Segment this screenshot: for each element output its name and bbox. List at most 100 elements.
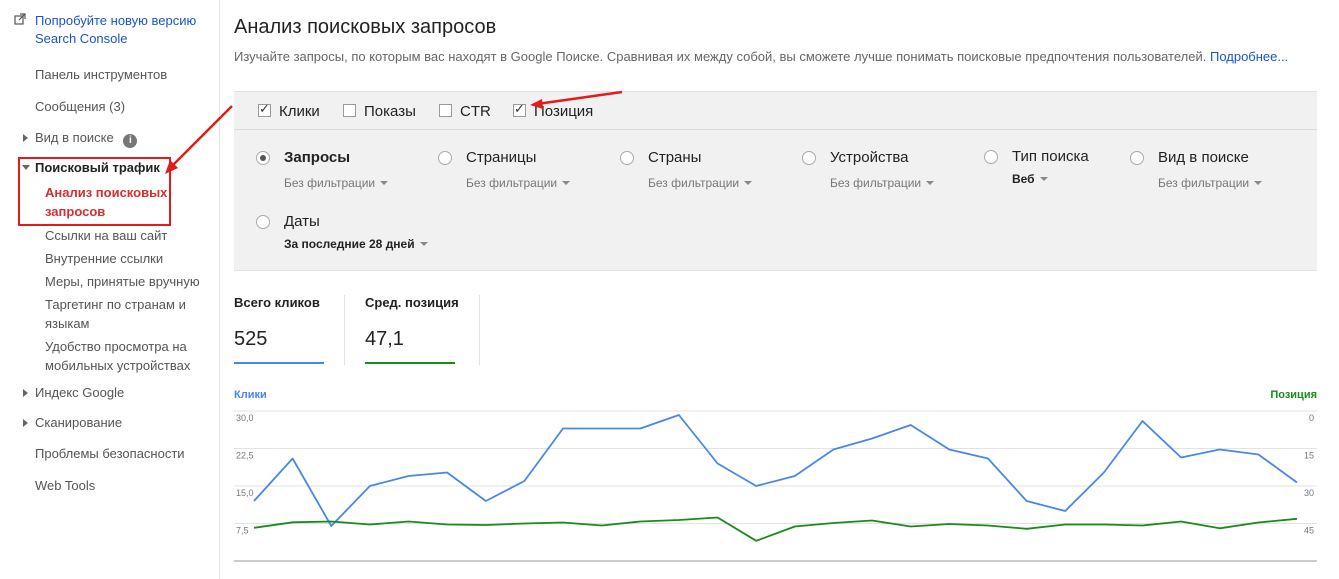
metric-checkbox-ctr[interactable]: CTR	[439, 103, 491, 120]
filter-value: Без фильтрации	[1158, 176, 1250, 190]
caret-down-icon	[926, 181, 935, 185]
metric-checkbox-impressions[interactable]: Показы	[343, 103, 416, 120]
group-filter-dropdown[interactable]: Без фильтрации	[1158, 176, 1263, 190]
metric-label: CTR	[460, 103, 491, 120]
sidebar-item-dashboard[interactable]: Панель инструментов	[35, 67, 167, 82]
sidebar-item-search-appearance[interactable]: Вид в поиске i	[23, 130, 138, 148]
highlight-box	[18, 157, 171, 226]
stat-value: 47,1	[365, 328, 404, 350]
radio-selected-icon	[256, 151, 270, 165]
radio-unselected-icon	[802, 151, 816, 165]
y-right-tick-label: 30	[1304, 488, 1314, 498]
group-label: Страны	[648, 149, 702, 166]
description-text: Изучайте запросы, по которым вас находят…	[234, 49, 1207, 64]
checkbox-unchecked-icon	[343, 104, 356, 117]
group-filter-dropdown[interactable]: Веб	[1012, 172, 1048, 186]
chart-legend-position: Позиция	[1270, 389, 1317, 401]
caret-down-icon	[380, 181, 389, 185]
info-icon[interactable]: i	[123, 134, 138, 148]
group-search-appearance[interactable]: Вид в поиске Без фильтрации	[1130, 147, 1300, 193]
group-filter-dropdown[interactable]: Без фильтрации	[648, 176, 753, 190]
metric-label: Позиция	[534, 103, 594, 120]
sidebar-item-security-issues[interactable]: Проблемы безопасности	[35, 446, 185, 461]
y-left-tick-label: 15,0	[236, 488, 254, 498]
page-title: Анализ поисковых запросов	[234, 16, 497, 38]
sidebar-item-web-tools[interactable]: Web Tools	[35, 478, 95, 493]
group-label: Запросы	[284, 149, 351, 166]
sidebar-item-label: Индекс Google	[35, 385, 125, 400]
group-filter-dropdown[interactable]: Без фильтрации	[284, 176, 389, 190]
expand-right-icon	[23, 419, 28, 427]
sidebar-item-crawl[interactable]: Сканирование	[23, 415, 123, 430]
metric-checkbox-clicks[interactable]: Клики	[258, 101, 320, 120]
series-line-position	[253, 516, 1298, 542]
stat-label: Всего кликов	[234, 295, 320, 310]
stat-value: 525	[234, 328, 268, 350]
caret-down-icon	[1254, 181, 1263, 185]
metric-checkbox-position[interactable]: Позиция	[513, 101, 594, 120]
more-link[interactable]: Подробнее...	[1210, 49, 1288, 64]
stat-avg-position[interactable]: Сред. позиция 47,1	[365, 295, 470, 365]
stat-total-clicks[interactable]: Всего кликов 525	[234, 295, 334, 365]
checkbox-checked-icon	[513, 101, 526, 117]
checkbox-checked-icon	[258, 101, 271, 117]
page-description: Изучайте запросы, по которым вас находят…	[234, 49, 1288, 64]
sidebar-item-google-index[interactable]: Индекс Google	[23, 385, 125, 400]
group-devices[interactable]: Устройства Без фильтрации	[802, 147, 952, 193]
group-search-type[interactable]: Тип поиска Веб	[984, 146, 1124, 192]
sidebar-subitem-mobile-usability[interactable]: Удобство просмотра на мобильных устройст…	[45, 337, 210, 375]
filter-value: Без фильтрации	[830, 176, 922, 190]
external-link-icon	[14, 13, 26, 25]
group-countries[interactable]: Страны Без фильтрации	[620, 147, 770, 193]
radio-unselected-icon	[984, 150, 998, 164]
sidebar-item-label: Вид в поиске	[35, 130, 114, 145]
filter-value: Без фильтрации	[648, 176, 740, 190]
series-line-clicks	[253, 414, 1298, 527]
group-queries[interactable]: Запросы Без фильтрации	[256, 147, 406, 193]
group-label: Страницы	[466, 149, 537, 166]
group-dates[interactable]: Даты За последние 28 дней	[256, 211, 456, 257]
group-pages[interactable]: Страницы Без фильтрации	[438, 147, 588, 193]
caret-down-icon	[744, 181, 753, 185]
radio-unselected-icon	[620, 151, 634, 165]
filter-panel: Клики Показы CTR Позиция Запросы Без фил…	[234, 91, 1317, 271]
y-right-tick-label: 15	[1304, 451, 1314, 461]
chart-legend-clicks: Клики	[234, 389, 267, 401]
group-label: Вид в поиске	[1158, 149, 1249, 166]
sidebar-subitem-links-to-site[interactable]: Ссылки на ваш сайт	[45, 226, 167, 245]
divider	[479, 295, 480, 365]
caret-down-icon	[1039, 177, 1048, 181]
group-filter-dropdown[interactable]: Без фильтрации	[830, 176, 935, 190]
metric-label: Клики	[279, 103, 320, 120]
filter-value: Веб	[1012, 172, 1035, 186]
group-filter-dropdown[interactable]: За последние 28 дней	[284, 237, 428, 251]
sidebar-subitem-international-targeting[interactable]: Таргетинг по странам и языкам	[45, 295, 210, 333]
stat-color-bar	[365, 362, 455, 364]
y-left-tick-label: 30,0	[236, 413, 254, 423]
divider	[344, 295, 345, 365]
try-new-search-console-link[interactable]: Попробуйте новую версию Search Console	[14, 12, 214, 48]
chart-lines	[253, 414, 1298, 542]
chart-ticks: 30,0 22,5 15,0 7,5 0 15 30 45	[236, 413, 1314, 536]
filter-value: Без фильтрации	[466, 176, 558, 190]
group-label: Устройства	[830, 149, 909, 166]
y-left-tick-label: 22,5	[236, 451, 254, 461]
metric-checkbox-row: Клики Показы CTR Позиция	[234, 92, 1317, 130]
group-label: Тип поиска	[1012, 148, 1089, 165]
y-right-tick-label: 0	[1309, 413, 1314, 423]
y-right-tick-label: 45	[1304, 526, 1314, 536]
filter-value: Без фильтрации	[284, 176, 376, 190]
caret-down-icon	[419, 242, 428, 246]
expand-right-icon	[23, 389, 28, 397]
sidebar-subitem-manual-actions[interactable]: Меры, принятые вручную	[45, 272, 200, 291]
sidebar-item-messages[interactable]: Сообщения (3)	[35, 99, 125, 114]
expand-right-icon	[23, 134, 28, 142]
caret-down-icon	[562, 181, 571, 185]
group-filter-dropdown[interactable]: Без фильтрации	[466, 176, 571, 190]
sidebar-item-label: Сканирование	[35, 415, 123, 430]
chart-grid	[234, 410, 1317, 562]
radio-unselected-icon	[256, 215, 270, 229]
sidebar-subitem-internal-links[interactable]: Внутренние ссылки	[45, 249, 163, 268]
metric-label: Показы	[364, 103, 416, 120]
y-left-tick-label: 7,5	[236, 526, 249, 536]
